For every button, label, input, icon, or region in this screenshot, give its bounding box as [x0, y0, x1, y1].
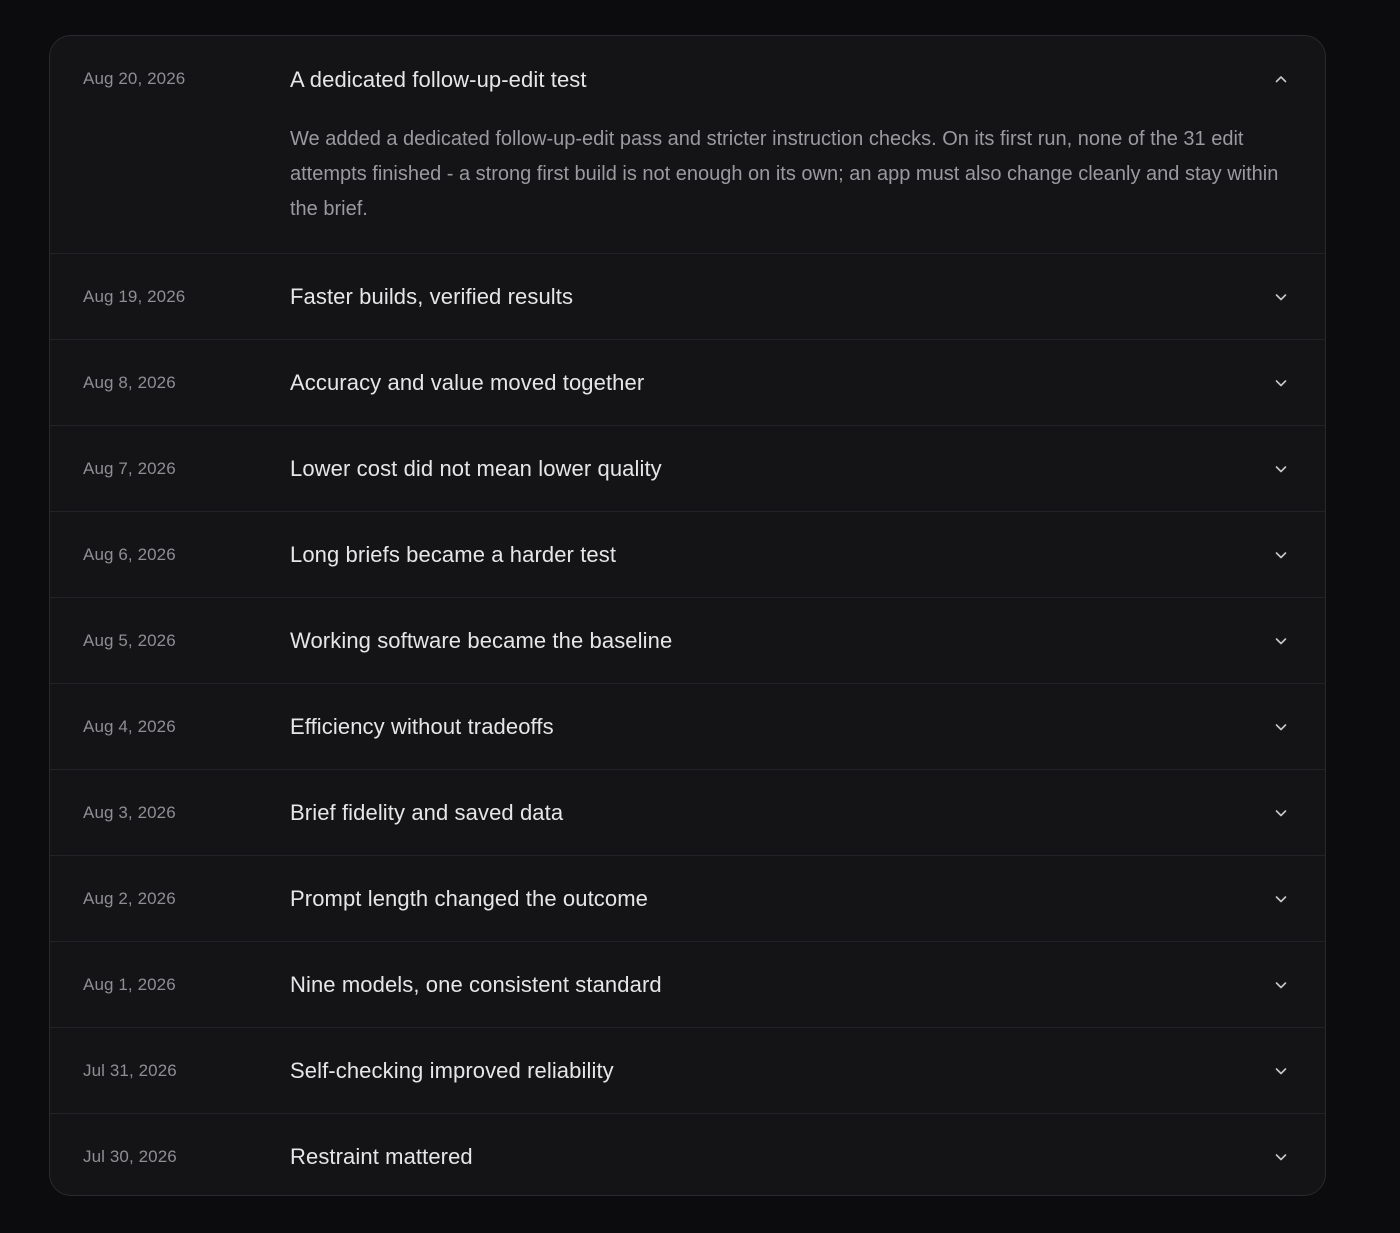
chevron-down-icon[interactable]	[1267, 799, 1295, 827]
changelog-entry[interactable]: Aug 4, 2026 Efficiency without tradeoffs	[50, 684, 1325, 770]
entry-date: Aug 6, 2026	[83, 545, 176, 564]
entry-title[interactable]: Working software became the baseline	[290, 628, 672, 654]
entry-date: Aug 2, 2026	[83, 889, 176, 908]
entry-title[interactable]: Efficiency without tradeoffs	[290, 714, 554, 740]
entry-title[interactable]: Brief fidelity and saved data	[290, 800, 563, 826]
entry-title[interactable]: Faster builds, verified results	[290, 284, 573, 310]
changelog-entry[interactable]: Jul 30, 2026 Restraint mattered	[50, 1114, 1325, 1195]
entry-date: Aug 7, 2026	[83, 459, 176, 478]
chevron-down-icon[interactable]	[1267, 885, 1295, 913]
chevron-down-icon[interactable]	[1267, 283, 1295, 311]
entry-title[interactable]: A dedicated follow-up-edit test	[290, 67, 587, 93]
changelog-entry[interactable]: Aug 1, 2026 Nine models, one consistent …	[50, 942, 1325, 1028]
entry-title[interactable]: Long briefs became a harder test	[290, 542, 616, 568]
chevron-down-icon[interactable]	[1267, 541, 1295, 569]
changelog-entry[interactable]: Aug 2, 2026 Prompt length changed the ou…	[50, 856, 1325, 942]
chevron-down-icon[interactable]	[1267, 1057, 1295, 1085]
chevron-down-icon[interactable]	[1267, 455, 1295, 483]
entry-date: Aug 19, 2026	[83, 287, 186, 306]
chevron-down-icon[interactable]	[1267, 1143, 1295, 1171]
entry-date: Jul 30, 2026	[83, 1147, 177, 1166]
changelog-entry[interactable]: Aug 8, 2026 Accuracy and value moved tog…	[50, 340, 1325, 426]
entry-date: Aug 20, 2026	[83, 69, 186, 88]
changelog-accordion: Aug 20, 2026 A dedicated follow-up-edit …	[49, 35, 1326, 1196]
entry-title[interactable]: Restraint mattered	[290, 1144, 473, 1170]
entry-date: Aug 8, 2026	[83, 373, 176, 392]
changelog-entry[interactable]: Aug 20, 2026 A dedicated follow-up-edit …	[50, 36, 1325, 254]
changelog-entry[interactable]: Aug 6, 2026 Long briefs became a harder …	[50, 512, 1325, 598]
changelog-entry[interactable]: Aug 3, 2026 Brief fidelity and saved dat…	[50, 770, 1325, 856]
changelog-entry[interactable]: Jul 31, 2026 Self-checking improved reli…	[50, 1028, 1325, 1114]
chevron-down-icon[interactable]	[1267, 369, 1295, 397]
chevron-down-icon[interactable]	[1267, 713, 1295, 741]
entry-date: Aug 5, 2026	[83, 631, 176, 650]
entry-body: We added a dedicated follow-up-edit pass…	[290, 128, 1279, 220]
chevron-up-icon[interactable]	[1267, 65, 1295, 93]
changelog-entry[interactable]: Aug 19, 2026 Faster builds, verified res…	[50, 254, 1325, 340]
changelog-entry[interactable]: Aug 5, 2026 Working software became the …	[50, 598, 1325, 684]
entry-title[interactable]: Self-checking improved reliability	[290, 1058, 614, 1084]
entry-title[interactable]: Nine models, one consistent standard	[290, 972, 662, 998]
entry-title[interactable]: Accuracy and value moved together	[290, 370, 644, 396]
entry-title[interactable]: Prompt length changed the outcome	[290, 886, 648, 912]
chevron-down-icon[interactable]	[1267, 627, 1295, 655]
chevron-down-icon[interactable]	[1267, 971, 1295, 999]
entry-date: Aug 4, 2026	[83, 717, 176, 736]
entry-title[interactable]: Lower cost did not mean lower quality	[290, 456, 662, 482]
entry-date: Aug 3, 2026	[83, 803, 176, 822]
changelog-entry[interactable]: Aug 7, 2026 Lower cost did not mean lowe…	[50, 426, 1325, 512]
entry-date: Aug 1, 2026	[83, 975, 176, 994]
entry-date: Jul 31, 2026	[83, 1061, 177, 1080]
